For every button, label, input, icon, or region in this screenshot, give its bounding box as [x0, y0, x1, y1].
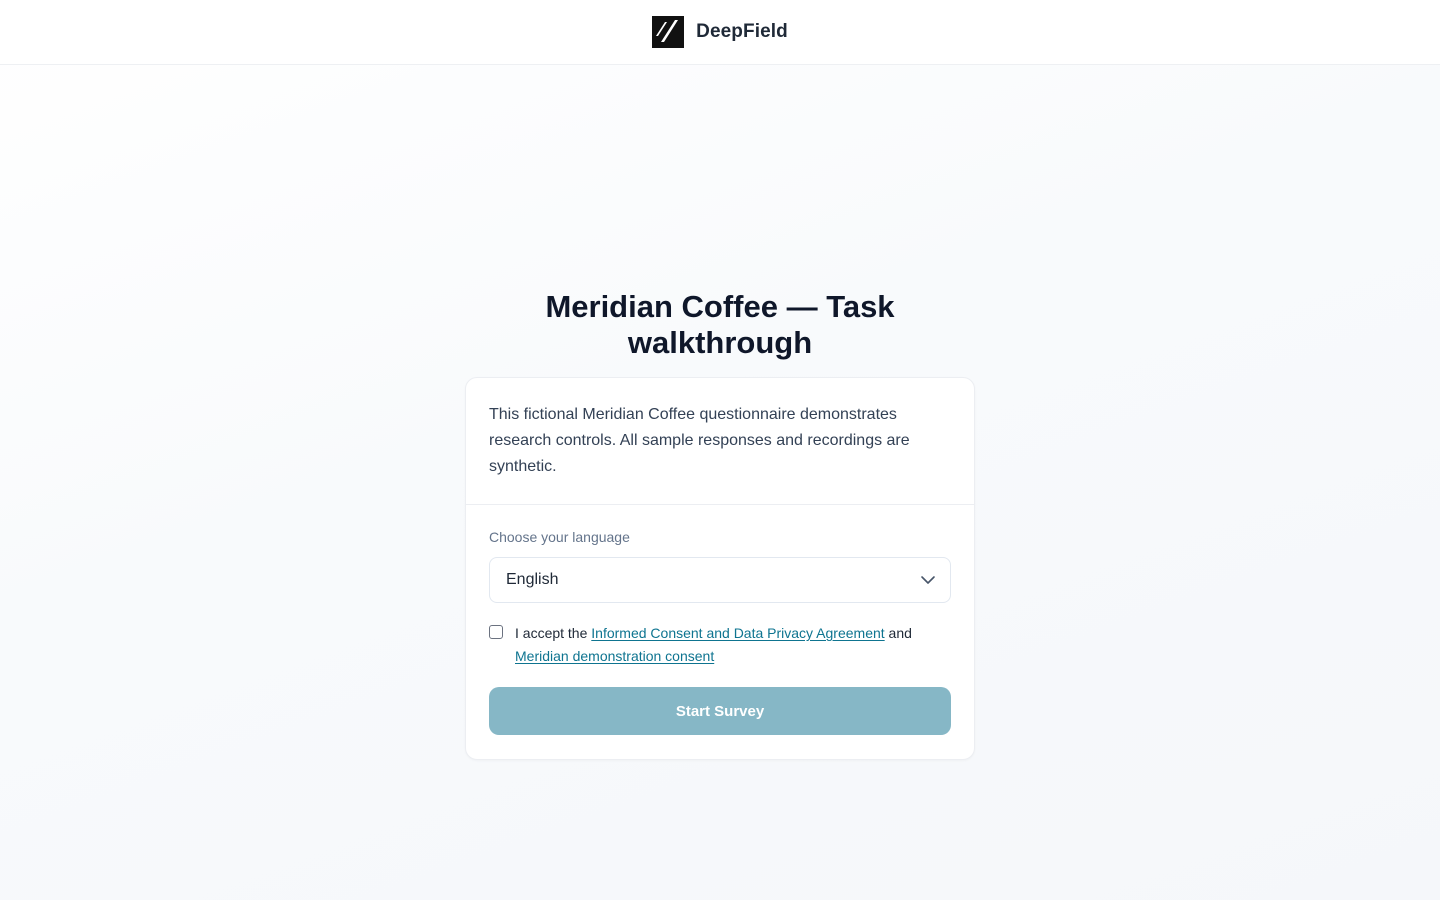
brand-name: DeepField — [696, 21, 788, 42]
page-title: Meridian Coffee — Task walkthrough — [545, 289, 895, 360]
main-content: Meridian Coffee — Task walkthrough This … — [465, 289, 975, 760]
start-survey-button[interactable]: Start Survey — [489, 687, 951, 735]
language-label: Choose your language — [489, 529, 630, 545]
brand[interactable]: DeepField — [652, 16, 788, 48]
top-bar: DeepField — [0, 0, 1440, 65]
language-select-value: English — [506, 571, 559, 588]
consent-middle: and — [884, 625, 912, 641]
chevron-down-icon — [921, 576, 935, 584]
consent-text: I accept the Informed Consent and Data P… — [515, 622, 951, 668]
meridian-consent-link[interactable]: Meridian demonstration consent — [515, 648, 714, 664]
consent-row: I accept the Informed Consent and Data P… — [489, 622, 951, 668]
language-select[interactable]: English — [489, 557, 951, 603]
consent-prefix: I accept the — [515, 625, 592, 641]
survey-card: This fictional Meridian Coffee questionn… — [465, 377, 975, 760]
consent-checkbox[interactable] — [489, 625, 503, 639]
informed-consent-link[interactable]: Informed Consent and Data Privacy Agreem… — [591, 625, 884, 641]
card-body: Choose your language English I accept th… — [466, 505, 974, 759]
intro-text: This fictional Meridian Coffee questionn… — [466, 378, 974, 505]
deepfield-logo-icon — [652, 16, 685, 48]
